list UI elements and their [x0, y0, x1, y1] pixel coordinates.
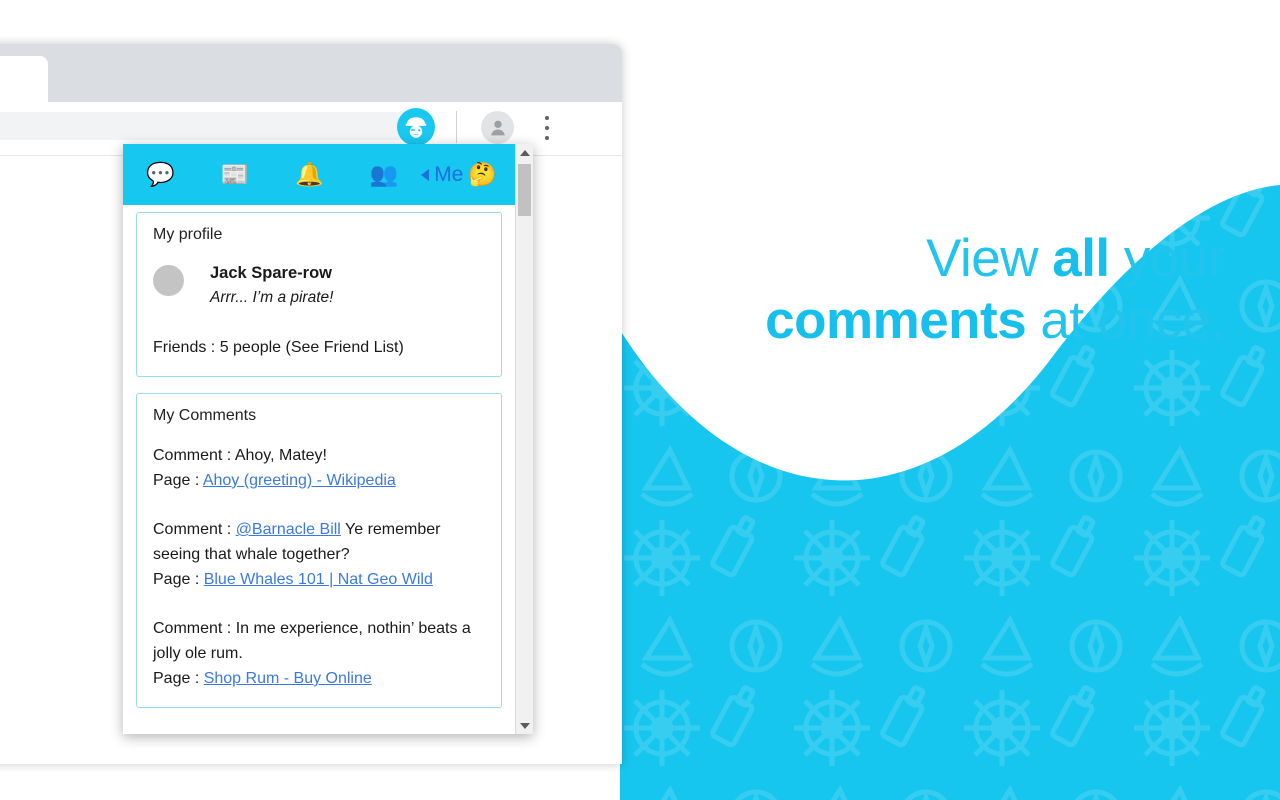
profile-row: Jack Spare-row Arrr... I’m a pirate!: [153, 262, 485, 310]
nav-item-notifications[interactable]: 🔔: [272, 144, 347, 205]
comment-label: Comment :: [153, 521, 236, 538]
profile-card: My profile Jack Spare-row Arrr... I’m a …: [136, 212, 502, 377]
promo-text-comments: comments: [765, 291, 1027, 350]
popup-scrollbar[interactable]: [515, 144, 533, 734]
profile-info: Jack Spare-row Arrr... I’m a pirate!: [210, 262, 485, 310]
comment-page-link[interactable]: Shop Rum - Buy Online: [204, 670, 372, 687]
browser-profile-button[interactable]: [481, 111, 514, 144]
promo-text-at-once: at once.: [1026, 291, 1225, 350]
comment-text-line: Comment : @Barnacle Bill Ye remember see…: [153, 517, 485, 567]
nav-item-comments[interactable]: 💬: [123, 144, 198, 205]
promo-text-all: all: [1052, 229, 1110, 288]
scroll-down-arrow-icon[interactable]: [516, 717, 533, 734]
promo-heading: View all your comments at once.: [620, 228, 1280, 352]
nav-item-news[interactable]: 📰: [198, 144, 273, 205]
promo-text-your: your: [1109, 229, 1226, 288]
page-label: Page :: [153, 670, 204, 687]
browser-tab-active[interactable]: [0, 56, 48, 102]
scrollbar-thumb[interactable]: [518, 164, 531, 216]
comments-card: My Comments Comment : Ahoy, Matey! Page …: [136, 393, 502, 708]
nav-item-friends[interactable]: 👥: [347, 144, 422, 205]
comment-page-line: Page : Blue Whales 101 | Nat Geo Wild: [153, 567, 485, 592]
three-dots-icon-dot: [545, 116, 549, 120]
popup-nav-bar: 💬 📰 🔔 👥 Me 🤔: [123, 144, 515, 205]
three-dots-icon-dot: [545, 136, 549, 140]
popup-body: 💬 📰 🔔 👥 Me 🤔 My profile Jack Spare-row A…: [123, 144, 515, 734]
extension-popup: 💬 📰 🔔 👥 Me 🤔 My profile Jack Spare-row A…: [123, 144, 533, 734]
profile-name: Jack Spare-row: [210, 264, 332, 282]
comment-page-line: Page : Shop Rum - Buy Online: [153, 666, 485, 691]
promo-line-1: View all your: [926, 229, 1225, 288]
profile-status: Arrr... I’m a pirate!: [210, 289, 334, 306]
avatar: [153, 265, 184, 296]
newspaper-icon: 📰: [220, 161, 250, 187]
address-bar[interactable]: [0, 112, 416, 140]
comment-page-link[interactable]: Ahoy (greeting) - Wikipedia: [203, 472, 396, 489]
comment-text-line: Comment : Ahoy, Matey!: [153, 443, 485, 468]
profile-card-title: My profile: [153, 226, 223, 243]
toolbar-divider: [456, 111, 457, 143]
caret-left-icon: [421, 168, 430, 181]
decorative-wave: [620, 185, 1280, 800]
comment-page-link[interactable]: Blue Whales 101 | Nat Geo Wild: [204, 571, 433, 588]
comment-label: Comment :: [153, 447, 235, 464]
bell-icon: 🔔: [295, 161, 324, 187]
nav-me-label: Me: [434, 162, 464, 186]
promo-line-2: comments at once.: [765, 291, 1225, 350]
person-icon: [490, 120, 505, 135]
busts-in-silhouette-icon: 👥: [369, 161, 399, 187]
comment-text-line: Comment : In me experience, nothin’ beat…: [153, 616, 485, 666]
scroll-up-arrow-icon[interactable]: [516, 144, 533, 161]
nav-item-me[interactable]: Me 🤔: [421, 144, 515, 205]
promo-panel: View all your comments at once.: [620, 0, 1280, 800]
page-label: Page :: [153, 472, 203, 489]
popup-scroll-content: My profile Jack Spare-row Arrr... I’m a …: [123, 205, 515, 734]
comment-entry: Comment : In me experience, nothin’ beat…: [153, 616, 485, 691]
screenshot-root: View all your comments at once. 💬 📰 🔔 👥 …: [0, 0, 1280, 800]
comment-mention-link[interactable]: @Barnacle Bill: [236, 521, 341, 538]
page-label: Page :: [153, 571, 204, 588]
comment-page-line: Page : Ahoy (greeting) - Wikipedia: [153, 468, 485, 493]
profile-friends-line[interactable]: Friends : 5 people (See Friend List): [153, 335, 485, 360]
tab-strip: [0, 44, 622, 102]
thinking-face-icon: 🤔: [468, 161, 498, 187]
comments-card-title: My Comments: [153, 407, 257, 424]
extension-pirate-icon[interactable]: [397, 108, 435, 146]
browser-menu-button[interactable]: [538, 116, 556, 140]
pirate-face-icon: [405, 117, 427, 138]
speech-balloon-icon: 💬: [145, 161, 175, 187]
comment-entry: Comment : @Barnacle Bill Ye remember see…: [153, 517, 485, 592]
comment-label: Comment :: [153, 620, 236, 637]
comment-body: Ahoy, Matey!: [234, 447, 327, 464]
three-dots-icon-dot: [545, 126, 549, 130]
promo-text-view: View: [926, 229, 1053, 288]
comment-entry: Comment : Ahoy, Matey! Page : Ahoy (gree…: [153, 443, 485, 493]
